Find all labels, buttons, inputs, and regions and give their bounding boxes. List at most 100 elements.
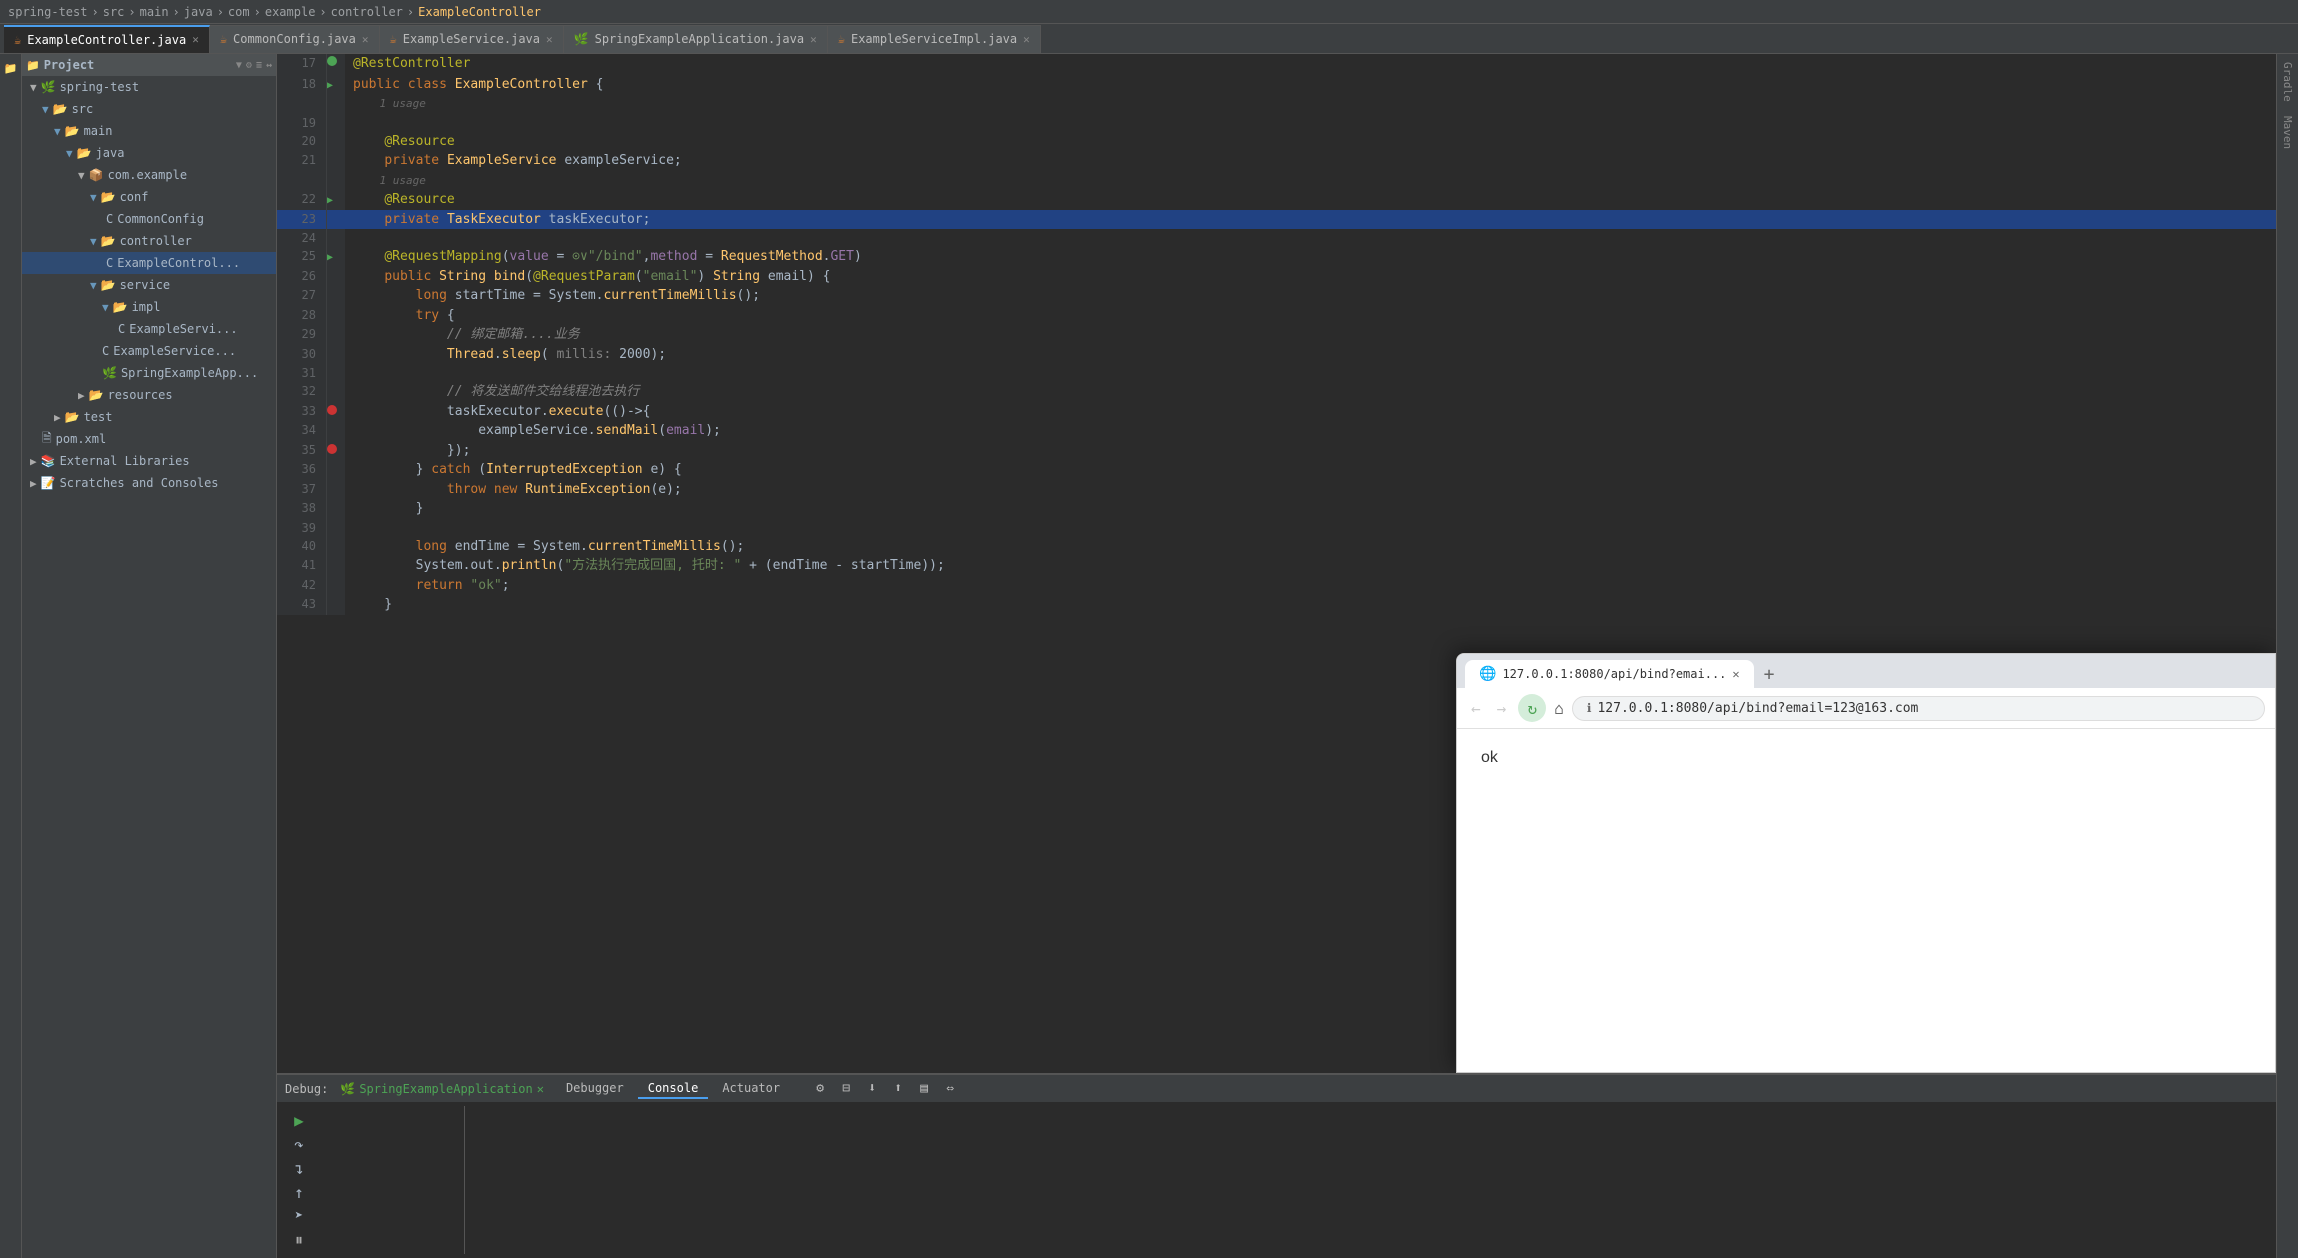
- spring-icon: 🌿: [102, 366, 117, 380]
- scroll-down-button[interactable]: ⬇: [862, 1079, 882, 1099]
- tree-pom[interactable]: 🗎 pom.xml: [22, 428, 276, 450]
- expand-icon: ▼: [78, 169, 85, 182]
- debug-toolbar: ⚙ ⊟ ⬇ ⬆ ▤ ⇔: [810, 1079, 960, 1099]
- java-file-icon: ☕: [390, 32, 397, 46]
- code-line-24: 24: [277, 229, 2276, 247]
- browser-close-tab-button[interactable]: ✕: [1732, 667, 1739, 681]
- folder-icon: 📂: [77, 146, 92, 160]
- close-icon[interactable]: ✕: [362, 33, 369, 46]
- tab-console[interactable]: Console: [638, 1079, 709, 1099]
- left-toolbar: 📁: [0, 54, 22, 1258]
- code-line-21: 21 private ExampleService exampleService…: [277, 151, 2276, 171]
- step-out-button[interactable]: ↑: [289, 1182, 309, 1202]
- close-icon[interactable]: ✕: [192, 33, 199, 46]
- tree-controller[interactable]: ▼ 📂 controller: [22, 230, 276, 252]
- tab-ExampleServiceImpl[interactable]: ☕ ExampleServiceImpl.java ✕: [828, 25, 1041, 53]
- tab-debugger[interactable]: Debugger: [556, 1079, 634, 1099]
- globe-icon: 🌐: [1479, 666, 1496, 682]
- code-line-26: 26 public String bind(@RequestParam("ema…: [277, 267, 2276, 287]
- new-tab-button[interactable]: +: [1758, 664, 1781, 685]
- pause-button[interactable]: ⏸: [289, 1230, 309, 1250]
- java-class-icon: C: [106, 212, 113, 226]
- resume-button[interactable]: ▶: [289, 1110, 309, 1130]
- stop-button[interactable]: ⏹: [289, 1254, 309, 1258]
- spring-icon: 🌿: [340, 1082, 355, 1096]
- settings-button[interactable]: ⚙: [810, 1079, 830, 1099]
- code-line-33: 33 taskExecutor.execute(()->{: [277, 402, 2276, 422]
- back-button[interactable]: ←: [1467, 697, 1485, 720]
- tree-resources[interactable]: ▶ 📂 resources: [22, 384, 276, 406]
- expand-icon: ▼: [66, 147, 73, 160]
- tab-SpringExampleApplication[interactable]: 🌿 SpringExampleApplication.java ✕: [564, 25, 828, 53]
- tree-conf[interactable]: ▼ 📂 conf: [22, 186, 276, 208]
- tree-java[interactable]: ▼ 📂 java: [22, 142, 276, 164]
- code-line-18: 18 ▶ public class ExampleController {: [277, 75, 2276, 95]
- tree-spring-test[interactable]: ▼ 🌿 spring-test: [22, 76, 276, 98]
- refresh-button[interactable]: ↻: [1518, 694, 1546, 722]
- tab-ExampleService[interactable]: ☕ ExampleService.java ✕: [380, 25, 564, 53]
- tree-project-header[interactable]: 📁 Project ▼ ⚙ ≡ ↔: [22, 54, 276, 76]
- spring-app-run-indicator[interactable]: 🌿 SpringExampleApplication ✕: [340, 1082, 544, 1096]
- tree-main[interactable]: ▼ 📂 main: [22, 120, 276, 142]
- gradle-panel-button[interactable]: Gradle: [2279, 58, 2296, 106]
- folder-icon: 📂: [113, 300, 128, 314]
- close-icon[interactable]: ✕: [537, 1082, 544, 1096]
- close-icon[interactable]: ✕: [546, 33, 553, 46]
- expand-icon: ▶: [30, 455, 37, 468]
- code-line-32: 32 // 将发送邮件交给线程池去执行: [277, 382, 2276, 402]
- debug-controls: ▶ ↷ ↴ ↑ ➤ ⏸ ⏹: [285, 1106, 464, 1258]
- step-into-button[interactable]: ↴: [289, 1158, 309, 1178]
- code-line-43: 43 }: [277, 595, 2276, 615]
- folder-icon: 📂: [101, 190, 116, 204]
- code-line-42: 42 return "ok";: [277, 576, 2276, 596]
- forward-button[interactable]: →: [1493, 697, 1511, 720]
- tree-external-libraries[interactable]: ▶ 📚 External Libraries: [22, 450, 276, 472]
- tree-ExampleServi2[interactable]: C ExampleService...: [22, 340, 276, 362]
- expand-icon: ▼: [90, 191, 97, 204]
- tree-com-example[interactable]: ▼ 📦 com.example: [22, 164, 276, 186]
- expand-icon: ▶: [30, 477, 37, 490]
- code-line-20: 20 @Resource: [277, 132, 2276, 152]
- scratches-icon: 📝: [41, 476, 56, 490]
- code-line-35: 35 });: [277, 441, 2276, 461]
- close-icon[interactable]: ✕: [810, 33, 817, 46]
- step-over-button[interactable]: ↷: [289, 1134, 309, 1154]
- tab-actuator[interactable]: Actuator: [712, 1079, 790, 1099]
- tree-test[interactable]: ▶ 📂 test: [22, 406, 276, 428]
- code-line-39: 39: [277, 519, 2276, 537]
- filter-button[interactable]: ⊟: [836, 1079, 856, 1099]
- browser-tab[interactable]: 🌐 127.0.0.1:8080/api/bind?emai... ✕: [1465, 660, 1754, 688]
- layout-button[interactable]: ⇔: [940, 1079, 960, 1099]
- maven-panel-button[interactable]: Maven: [2279, 112, 2296, 153]
- code-editor[interactable]: 17 @RestController 18 ▶ public class Exa…: [277, 54, 2276, 1073]
- tree-scratches[interactable]: ▶ 📝 Scratches and Consoles: [22, 472, 276, 494]
- debug-bar: Debug: 🌿 SpringExampleApplication ✕ Debu…: [277, 1074, 2276, 1102]
- tree-ExampleController[interactable]: C ExampleControl...: [22, 252, 276, 274]
- tree-src[interactable]: ▼ 📂 src: [22, 98, 276, 120]
- tree-CommonConfig[interactable]: C CommonConfig: [22, 208, 276, 230]
- tree-ExampleServi1[interactable]: C ExampleServi...: [22, 318, 276, 340]
- tree-SpringExampleApp[interactable]: 🌿 SpringExampleApp...: [22, 362, 276, 384]
- expand-icon: ▶: [54, 411, 61, 424]
- url-bar[interactable]: ℹ 127.0.0.1:8080/api/bind?email=123@163.…: [1572, 696, 2265, 721]
- java-class-icon: C: [102, 344, 109, 358]
- tree-impl[interactable]: ▼ 📂 impl: [22, 296, 276, 318]
- lock-icon: ℹ: [1587, 701, 1592, 715]
- code-line-23: 23 private TaskExecutor taskExecutor;: [277, 210, 2276, 230]
- project-icon[interactable]: 📁: [1, 58, 21, 78]
- close-icon[interactable]: ✕: [1023, 33, 1030, 46]
- code-line-27: 27 long startTime = System.currentTimeMi…: [277, 286, 2276, 306]
- tab-ExampleController[interactable]: ☕ ExampleController.java ✕: [4, 25, 210, 53]
- home-button[interactable]: ⌂: [1554, 699, 1564, 718]
- table-view-button[interactable]: ▤: [914, 1079, 934, 1099]
- browser-window: 🌐 127.0.0.1:8080/api/bind?emai... ✕ + ← …: [1456, 653, 2276, 1073]
- java-class-icon: C: [106, 256, 113, 270]
- debug-tab-bar: Debugger Console Actuator: [556, 1079, 790, 1099]
- tab-CommonConfig[interactable]: ☕ CommonConfig.java ✕: [210, 25, 380, 53]
- tree-service[interactable]: ▼ 📂 service: [22, 274, 276, 296]
- run-to-cursor-button[interactable]: ➤: [289, 1206, 309, 1226]
- code-line-30: 30 Thread.sleep( millis: 2000);: [277, 345, 2276, 365]
- java-file-icon: ☕: [838, 32, 845, 46]
- project-tree: 📁 Project ▼ ⚙ ≡ ↔ ▼ 🌿 spring-test ▼ 📂 sr…: [22, 54, 277, 1258]
- scroll-up-button[interactable]: ⬆: [888, 1079, 908, 1099]
